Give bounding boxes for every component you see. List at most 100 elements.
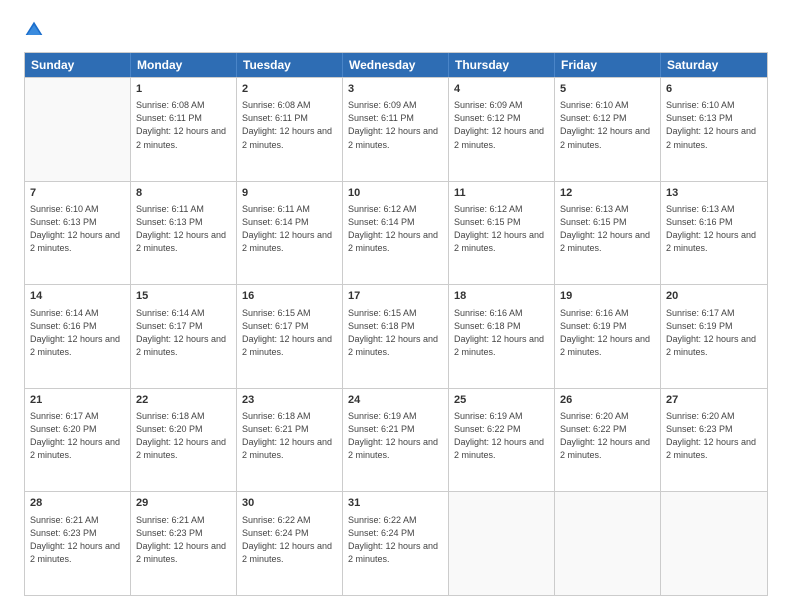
- sunset-label: Sunset: 6:13 PM: [666, 113, 733, 123]
- calendar-cell: 6 Sunrise: 6:10 AM Sunset: 6:13 PM Dayli…: [661, 78, 767, 181]
- calendar-header: SundayMondayTuesdayWednesdayThursdayFrid…: [25, 53, 767, 77]
- daylight-label: Daylight: 12 hours and 2 minutes.: [242, 541, 332, 564]
- sunrise-label: Sunrise: 6:18 AM: [242, 411, 311, 421]
- day-number: 18: [454, 289, 549, 304]
- calendar-row: 28 Sunrise: 6:21 AM Sunset: 6:23 PM Dayl…: [25, 491, 767, 595]
- sunset-label: Sunset: 6:14 PM: [348, 217, 415, 227]
- sunset-label: Sunset: 6:23 PM: [666, 424, 733, 434]
- calendar-cell: 10 Sunrise: 6:12 AM Sunset: 6:14 PM Dayl…: [343, 182, 449, 285]
- calendar-cell: 14 Sunrise: 6:14 AM Sunset: 6:16 PM Dayl…: [25, 285, 131, 388]
- weekday-header: Sunday: [25, 53, 131, 77]
- calendar-cell: [25, 78, 131, 181]
- cell-info: Sunrise: 6:21 AM Sunset: 6:23 PM Dayligh…: [136, 514, 231, 566]
- weekday-header: Thursday: [449, 53, 555, 77]
- cell-info: Sunrise: 6:13 AM Sunset: 6:15 PM Dayligh…: [560, 203, 655, 255]
- calendar-cell: [555, 492, 661, 595]
- calendar-cell: 5 Sunrise: 6:10 AM Sunset: 6:12 PM Dayli…: [555, 78, 661, 181]
- day-number: 3: [348, 82, 443, 97]
- day-number: 14: [30, 289, 125, 304]
- cell-info: Sunrise: 6:08 AM Sunset: 6:11 PM Dayligh…: [136, 99, 231, 151]
- calendar-cell: 15 Sunrise: 6:14 AM Sunset: 6:17 PM Dayl…: [131, 285, 237, 388]
- day-number: 6: [666, 82, 762, 97]
- sunrise-label: Sunrise: 6:09 AM: [454, 100, 523, 110]
- sunrise-label: Sunrise: 6:17 AM: [666, 308, 735, 318]
- daylight-label: Daylight: 12 hours and 2 minutes.: [666, 334, 756, 357]
- calendar-cell: 16 Sunrise: 6:15 AM Sunset: 6:17 PM Dayl…: [237, 285, 343, 388]
- day-number: 8: [136, 186, 231, 201]
- sunset-label: Sunset: 6:20 PM: [30, 424, 97, 434]
- calendar-cell: 23 Sunrise: 6:18 AM Sunset: 6:21 PM Dayl…: [237, 389, 343, 492]
- sunset-label: Sunset: 6:22 PM: [454, 424, 521, 434]
- header: [24, 20, 768, 40]
- calendar-cell: 17 Sunrise: 6:15 AM Sunset: 6:18 PM Dayl…: [343, 285, 449, 388]
- sunset-label: Sunset: 6:12 PM: [454, 113, 521, 123]
- sunrise-label: Sunrise: 6:13 AM: [666, 204, 735, 214]
- daylight-label: Daylight: 12 hours and 2 minutes.: [454, 230, 544, 253]
- daylight-label: Daylight: 12 hours and 2 minutes.: [242, 437, 332, 460]
- cell-info: Sunrise: 6:10 AM Sunset: 6:13 PM Dayligh…: [666, 99, 762, 151]
- daylight-label: Daylight: 12 hours and 2 minutes.: [136, 230, 226, 253]
- daylight-label: Daylight: 12 hours and 2 minutes.: [666, 126, 756, 149]
- sunrise-label: Sunrise: 6:13 AM: [560, 204, 629, 214]
- daylight-label: Daylight: 12 hours and 2 minutes.: [242, 230, 332, 253]
- calendar-cell: 26 Sunrise: 6:20 AM Sunset: 6:22 PM Dayl…: [555, 389, 661, 492]
- cell-info: Sunrise: 6:14 AM Sunset: 6:17 PM Dayligh…: [136, 307, 231, 359]
- daylight-label: Daylight: 12 hours and 2 minutes.: [242, 334, 332, 357]
- sunrise-label: Sunrise: 6:12 AM: [454, 204, 523, 214]
- daylight-label: Daylight: 12 hours and 2 minutes.: [454, 334, 544, 357]
- calendar-cell: 22 Sunrise: 6:18 AM Sunset: 6:20 PM Dayl…: [131, 389, 237, 492]
- cell-info: Sunrise: 6:11 AM Sunset: 6:13 PM Dayligh…: [136, 203, 231, 255]
- daylight-label: Daylight: 12 hours and 2 minutes.: [454, 437, 544, 460]
- calendar-cell: 21 Sunrise: 6:17 AM Sunset: 6:20 PM Dayl…: [25, 389, 131, 492]
- sunrise-label: Sunrise: 6:12 AM: [348, 204, 417, 214]
- day-number: 29: [136, 496, 231, 511]
- sunrise-label: Sunrise: 6:21 AM: [30, 515, 99, 525]
- day-number: 7: [30, 186, 125, 201]
- calendar-cell: 9 Sunrise: 6:11 AM Sunset: 6:14 PM Dayli…: [237, 182, 343, 285]
- sunrise-label: Sunrise: 6:15 AM: [348, 308, 417, 318]
- sunrise-label: Sunrise: 6:10 AM: [666, 100, 735, 110]
- sunset-label: Sunset: 6:16 PM: [666, 217, 733, 227]
- day-number: 1: [136, 82, 231, 97]
- calendar-cell: 18 Sunrise: 6:16 AM Sunset: 6:18 PM Dayl…: [449, 285, 555, 388]
- sunrise-label: Sunrise: 6:22 AM: [242, 515, 311, 525]
- calendar-cell: 31 Sunrise: 6:22 AM Sunset: 6:24 PM Dayl…: [343, 492, 449, 595]
- sunrise-label: Sunrise: 6:17 AM: [30, 411, 99, 421]
- daylight-label: Daylight: 12 hours and 2 minutes.: [136, 541, 226, 564]
- sunrise-label: Sunrise: 6:18 AM: [136, 411, 205, 421]
- sunrise-label: Sunrise: 6:21 AM: [136, 515, 205, 525]
- calendar-cell: 12 Sunrise: 6:13 AM Sunset: 6:15 PM Dayl…: [555, 182, 661, 285]
- sunset-label: Sunset: 6:18 PM: [454, 321, 521, 331]
- day-number: 2: [242, 82, 337, 97]
- sunset-label: Sunset: 6:15 PM: [560, 217, 627, 227]
- sunrise-label: Sunrise: 6:09 AM: [348, 100, 417, 110]
- calendar-cell: 7 Sunrise: 6:10 AM Sunset: 6:13 PM Dayli…: [25, 182, 131, 285]
- sunset-label: Sunset: 6:16 PM: [30, 321, 97, 331]
- cell-info: Sunrise: 6:15 AM Sunset: 6:18 PM Dayligh…: [348, 307, 443, 359]
- sunset-label: Sunset: 6:19 PM: [666, 321, 733, 331]
- cell-info: Sunrise: 6:16 AM Sunset: 6:18 PM Dayligh…: [454, 307, 549, 359]
- sunrise-label: Sunrise: 6:08 AM: [136, 100, 205, 110]
- cell-info: Sunrise: 6:17 AM Sunset: 6:19 PM Dayligh…: [666, 307, 762, 359]
- daylight-label: Daylight: 12 hours and 2 minutes.: [348, 230, 438, 253]
- day-number: 10: [348, 186, 443, 201]
- daylight-label: Daylight: 12 hours and 2 minutes.: [560, 437, 650, 460]
- daylight-label: Daylight: 12 hours and 2 minutes.: [30, 230, 120, 253]
- day-number: 12: [560, 186, 655, 201]
- sunrise-label: Sunrise: 6:22 AM: [348, 515, 417, 525]
- sunset-label: Sunset: 6:17 PM: [242, 321, 309, 331]
- day-number: 27: [666, 393, 762, 408]
- calendar-row: 7 Sunrise: 6:10 AM Sunset: 6:13 PM Dayli…: [25, 181, 767, 285]
- day-number: 15: [136, 289, 231, 304]
- sunrise-label: Sunrise: 6:11 AM: [242, 204, 310, 214]
- cell-info: Sunrise: 6:10 AM Sunset: 6:12 PM Dayligh…: [560, 99, 655, 151]
- calendar-cell: 29 Sunrise: 6:21 AM Sunset: 6:23 PM Dayl…: [131, 492, 237, 595]
- calendar-cell: 24 Sunrise: 6:19 AM Sunset: 6:21 PM Dayl…: [343, 389, 449, 492]
- sunset-label: Sunset: 6:19 PM: [560, 321, 627, 331]
- cell-info: Sunrise: 6:10 AM Sunset: 6:13 PM Dayligh…: [30, 203, 125, 255]
- day-number: 9: [242, 186, 337, 201]
- sunrise-label: Sunrise: 6:20 AM: [560, 411, 629, 421]
- day-number: 31: [348, 496, 443, 511]
- sunrise-label: Sunrise: 6:10 AM: [30, 204, 99, 214]
- cell-info: Sunrise: 6:11 AM Sunset: 6:14 PM Dayligh…: [242, 203, 337, 255]
